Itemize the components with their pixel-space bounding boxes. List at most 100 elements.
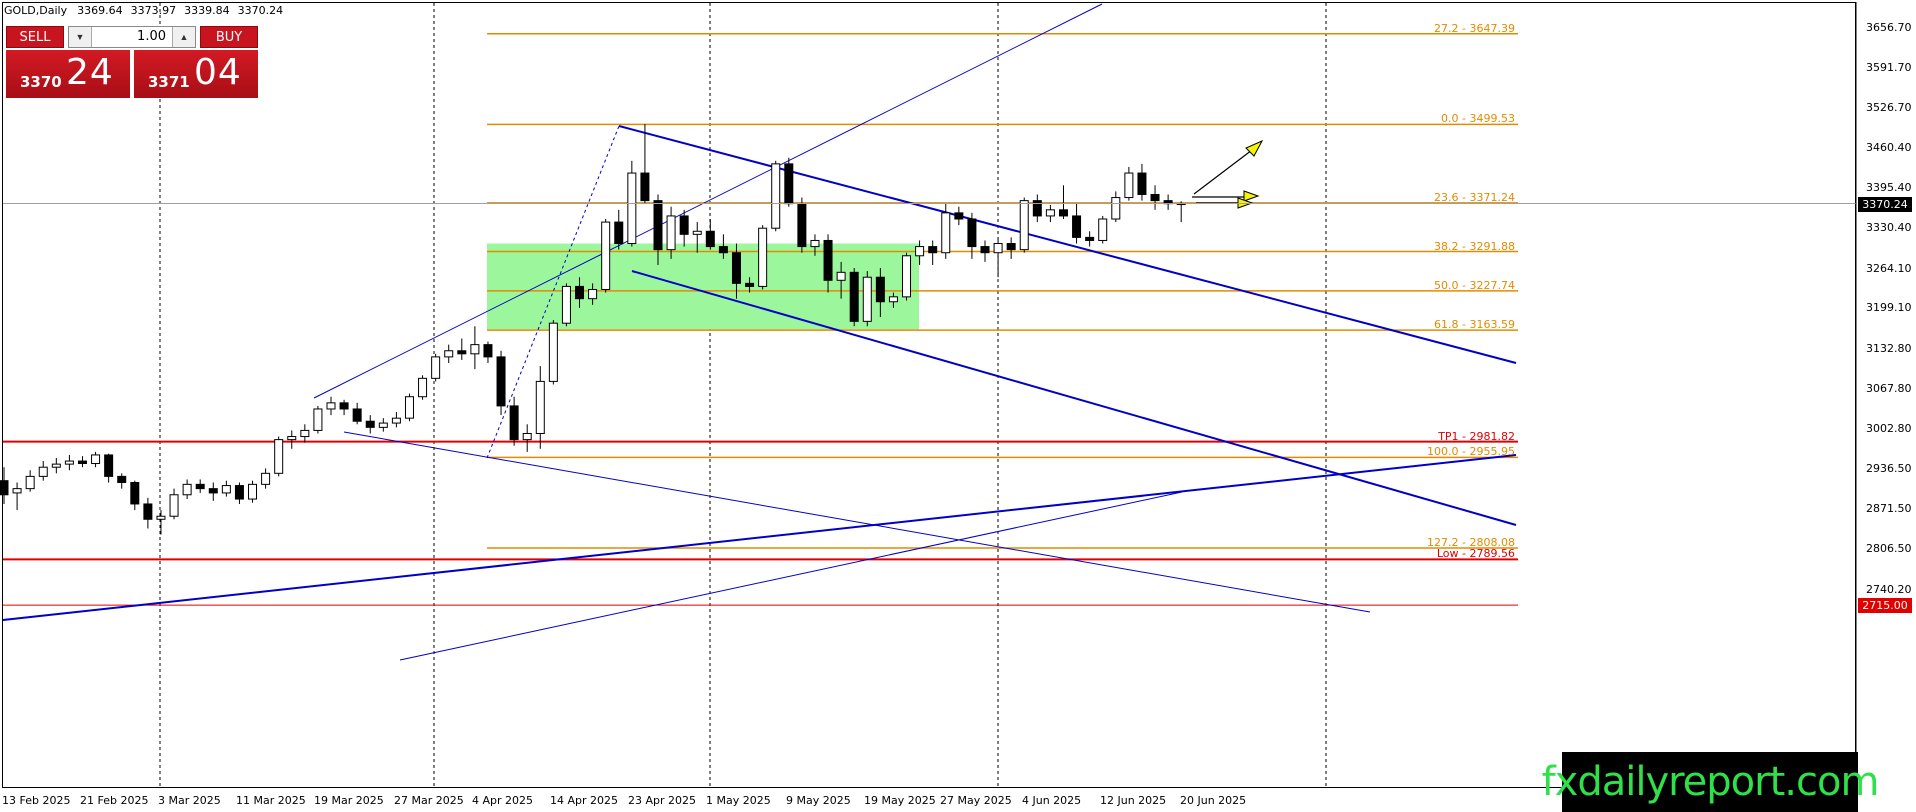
candle-body-75	[980, 246, 990, 254]
red-label-1: Low - 2789.56	[1436, 547, 1515, 561]
lot-size-value[interactable]: 1.00	[92, 27, 172, 47]
candle-body-64	[836, 271, 846, 281]
candle-body-81	[1058, 209, 1068, 217]
candle-body-9	[117, 475, 127, 484]
up-arrow-icon	[1245, 139, 1264, 157]
fib-label-2: 23.6 - 3371.24	[1434, 190, 1515, 204]
watermark-logo: fxdailyreport.com	[1542, 752, 1879, 812]
price-tick-6: 3264.10	[1866, 261, 1912, 275]
ohlc-low: 3339.84	[184, 4, 230, 17]
date-tick-6: 4 Apr 2025	[472, 794, 534, 807]
candle-body-38	[496, 356, 506, 407]
buy-button[interactable]: BUY	[200, 26, 258, 48]
candle-body-48	[627, 172, 637, 245]
candle-body-56	[731, 252, 741, 284]
red-price-badge: 2715.00	[1858, 598, 1912, 614]
ascending-trendline-upper	[313, 3, 1103, 399]
sell-button[interactable]: SELL	[6, 26, 64, 48]
candle-body-10	[130, 482, 140, 505]
candle-body-59	[771, 163, 781, 229]
price-tick-0: 3656.70	[1866, 21, 1912, 34]
symbol-timeframe: GOLD,Daily	[4, 4, 68, 17]
date-tick-7: 14 Apr 2025	[550, 794, 619, 807]
candle-body-32	[418, 377, 428, 398]
date-tick-3: 11 Mar 2025	[236, 794, 306, 807]
candle-body-19	[248, 483, 258, 500]
candle-body-62	[810, 239, 820, 248]
fib-label-6: 100.0 - 2955.95	[1427, 445, 1515, 459]
date-tick-4: 19 Mar 2025	[314, 794, 384, 807]
date-tick-0: 13 Feb 2025	[2, 794, 71, 807]
date-tick-15: 20 Jun 2025	[1180, 794, 1247, 807]
ask-price-prefix: 3371	[148, 73, 190, 91]
candle-body-50	[653, 200, 663, 251]
candle-body-60	[784, 163, 794, 205]
candle-body-78	[1019, 200, 1029, 251]
candle-body-68	[888, 296, 898, 303]
candle-body-39	[509, 405, 519, 441]
up-arrow-line	[1193, 149, 1253, 195]
candle-body-73	[954, 212, 964, 220]
candle-body-5	[64, 460, 74, 465]
candle-body-11	[143, 503, 153, 520]
candle-body-66	[862, 276, 872, 322]
candle-body-80	[1045, 209, 1055, 217]
lot-size-stepper[interactable]: ▼ 1.00 ▲	[68, 26, 196, 48]
candle-body-42	[548, 322, 558, 382]
date-tick-5: 27 Mar 2025	[394, 794, 464, 807]
bid-price-prefix: 3370	[20, 73, 62, 91]
date-tick-13: 4 Jun 2025	[1022, 794, 1082, 807]
ohlc-high: 3373.97	[130, 4, 177, 17]
candle-body-45	[588, 288, 598, 300]
candle-body-84	[1098, 218, 1108, 241]
candle-body-46	[601, 221, 611, 290]
candle-body-49	[640, 172, 650, 202]
ohlc-close: 3370.24	[237, 4, 284, 17]
candle-body-70	[915, 246, 925, 257]
candle-body-87	[1137, 172, 1147, 195]
candle-body-76	[993, 243, 1003, 254]
candle-body-74	[967, 218, 977, 248]
candle-body-85	[1111, 197, 1121, 220]
price-tick-9: 3067.80	[1866, 381, 1912, 395]
candle-body-27	[352, 408, 362, 422]
candle-body-47	[614, 221, 624, 245]
current-price-badge: 3370.24	[1858, 196, 1912, 212]
candle-body-54	[705, 230, 715, 248]
chart-header: GOLD,Daily 3369.64 3373.97 3339.84 3370.24	[4, 4, 291, 17]
bid-price-button[interactable]: 3370 24	[6, 50, 130, 98]
ask-price-button[interactable]: 3371 04	[134, 50, 258, 98]
vertical-grid	[159, 3, 1327, 787]
ask-price-pips: 04	[194, 52, 242, 93]
candle-body-2	[25, 475, 35, 490]
candle-body-35	[457, 350, 467, 355]
candle-body-15	[195, 483, 205, 490]
candle-body-53	[692, 230, 702, 235]
fib-label-1: 0.0 - 3499.53	[1441, 112, 1515, 126]
fib-label-5: 61.8 - 3163.59	[1434, 318, 1515, 332]
price-tick-13: 2806.50	[1866, 542, 1912, 555]
date-tick-9: 1 May 2025	[706, 794, 771, 807]
candle-body-4	[51, 463, 61, 468]
channel-lower-line	[631, 270, 1517, 526]
candle-body-25	[326, 402, 336, 410]
candle-body-43	[561, 285, 571, 324]
date-tick-12: 27 May 2025	[940, 794, 1012, 807]
candle-body-83	[1085, 236, 1095, 241]
lot-increase-icon[interactable]: ▲	[172, 27, 195, 47]
ascending-trendline-thin	[399, 491, 1183, 661]
candle-body-57	[745, 282, 755, 287]
price-tick-5: 3330.40	[1866, 220, 1912, 234]
ohlc-open: 3369.64	[77, 4, 123, 17]
date-tick-1: 21 Feb 2025	[80, 794, 149, 807]
candle-body-17	[221, 485, 231, 494]
price-tick-12: 2871.50	[1866, 502, 1912, 516]
lot-dropdown-icon[interactable]: ▼	[69, 27, 92, 47]
candle-body-20	[261, 472, 271, 485]
price-chart[interactable]	[0, 0, 1916, 812]
price-tick-3: 3460.40	[1866, 141, 1912, 155]
candle-body-6	[77, 460, 87, 465]
fib-label-3: 38.2 - 3291.88	[1434, 239, 1515, 253]
ascending-trendline-main	[2, 454, 1517, 621]
price-tick-2: 3526.70	[1866, 100, 1912, 114]
